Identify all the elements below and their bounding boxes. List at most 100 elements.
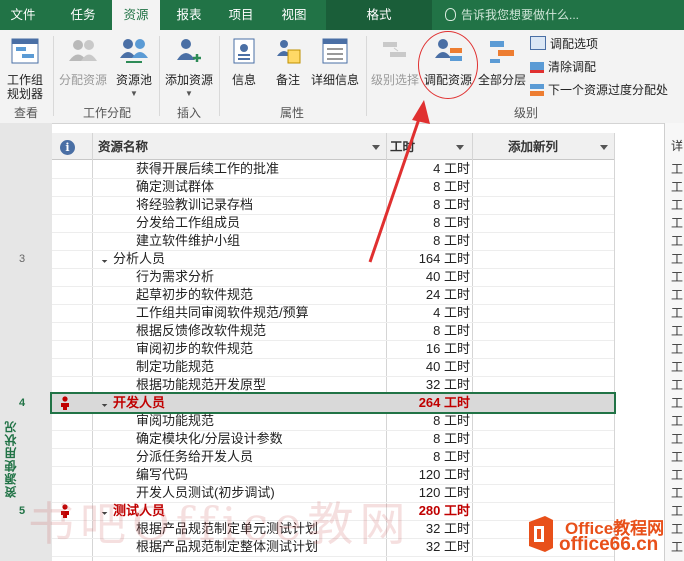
group-insert-label: 插入 (176, 106, 201, 120)
level-all-button[interactable]: 全部分层 (476, 36, 528, 87)
team-planner-button[interactable]: 工作组 规划器 (2, 36, 48, 101)
assignment-row[interactable]: 将经验教训记录存档 8 工时 (52, 196, 614, 214)
assignment-row[interactable]: 根据功能规范开发原型 32 工时 (52, 376, 614, 394)
work-cell[interactable]: 8 工时 (386, 178, 470, 196)
resource-name-cell[interactable]: 审阅初步的软件规范 (136, 340, 253, 358)
resource-name-cell[interactable]: 制定功能规范 (136, 358, 214, 376)
next-overallocation-label: 下一个资源过度分配处 (548, 83, 669, 97)
resource-name-text: 建立软件维护小组 (136, 233, 241, 248)
detail-cell: 工 (671, 414, 684, 428)
details-button[interactable]: 详细信息 (308, 36, 362, 87)
work-cell[interactable]: 120 工时 (386, 466, 470, 484)
resource-name-cell[interactable]: 根据功能规范开发原型 (136, 376, 266, 394)
chevron-down-icon[interactable] (600, 145, 608, 150)
tab-resource[interactable]: 资源 (112, 0, 160, 30)
detail-cell: 工 (671, 450, 684, 464)
work-cell[interactable]: 40 工时 (386, 268, 470, 286)
work-cell[interactable]: 264 工时 (386, 394, 470, 412)
resource-name-text: 分派任务给开发人员 (136, 449, 254, 464)
add-new-column-header[interactable]: 添加新列 (508, 133, 588, 159)
resource-name-cell[interactable]: 分派任务给开发人员 (136, 448, 253, 466)
chevron-down-icon[interactable] (456, 145, 464, 150)
work-cell[interactable]: 164 工时 (386, 250, 470, 268)
group-assignments-label: 工作分配 (82, 106, 131, 120)
detail-cell: 工 (671, 378, 684, 392)
work-cell[interactable]: 8 工时 (386, 196, 470, 214)
add-resources-button[interactable]: 添加资源 ▼ (162, 36, 216, 101)
resource-name-cell[interactable]: 分发给工作组成员 (136, 214, 240, 232)
assignment-row[interactable]: 审阅功能规范 8 工时 (52, 412, 614, 430)
resource-name-cell[interactable]: 分析人员 (99, 250, 165, 268)
work-column-header[interactable]: 工时 (390, 133, 450, 159)
group-separator (219, 36, 220, 116)
indicator-column-header[interactable]: i (60, 133, 88, 159)
assign-resources-button[interactable]: 分配资源 (58, 36, 108, 87)
work-cell[interactable]: 16 工时 (386, 340, 470, 358)
resource-name-text: 审阅功能规范 (136, 413, 215, 428)
work-cell[interactable]: 8 工时 (386, 448, 470, 466)
work-cell[interactable]: 32 工时 (386, 376, 470, 394)
collapse-triangle-icon[interactable] (99, 399, 108, 407)
resource-row[interactable]: 3 分析人员 164 工时 (19, 250, 614, 268)
assignment-row[interactable]: 确定模块化/分层设计参数 8 工时 (52, 430, 614, 448)
resource-name-cell[interactable]: 根据反馈修改软件规范 (136, 322, 266, 340)
detail-cell: 工 (671, 360, 684, 374)
assignment-row[interactable]: 根据反馈修改软件规范 8 工时 (52, 322, 614, 340)
detail-cell: 工 (671, 288, 684, 302)
assignment-row[interactable]: 分发给工作组成员 8 工时 (52, 214, 614, 232)
work-cell[interactable]: 8 工时 (386, 232, 470, 250)
next-overallocation-button[interactable]: 下一个资源过度分配处 (530, 81, 668, 98)
resource-name-cell[interactable]: 将经验教训记录存档 (136, 196, 253, 214)
chevron-down-icon[interactable] (372, 145, 380, 150)
resource-name-column-header[interactable]: 资源名称 (98, 133, 378, 159)
assignment-row[interactable]: 制定功能规范 40 工时 (52, 358, 614, 376)
work-cell[interactable]: 4 工时 (386, 304, 470, 322)
work-cell[interactable]: 8 工时 (386, 214, 470, 232)
leveling-options-button[interactable]: 调配选项 (530, 35, 598, 52)
tab-file[interactable]: 文件 (0, 0, 46, 30)
assignment-row[interactable]: 工作组共同审阅软件规范/预算 4 工时 (52, 304, 614, 322)
assignment-row[interactable]: 获得开展后续工作的批准 4 工时 (52, 160, 614, 178)
resource-name-cell[interactable]: 建立软件维护小组 (136, 232, 240, 250)
resource-name-cell[interactable]: 获得开展后续工作的批准 (136, 160, 279, 178)
clear-leveling-button[interactable]: 清除调配 (530, 58, 596, 75)
tab-view[interactable]: 视图 (270, 0, 318, 30)
tab-format[interactable]: 格式 (326, 0, 432, 30)
collapse-triangle-icon[interactable] (99, 255, 108, 263)
assignment-row[interactable]: 编写代码 120 工时 (52, 466, 614, 484)
group-properties-label: 属性 (279, 106, 304, 120)
work-cell[interactable]: 24 工时 (386, 286, 470, 304)
assignment-row[interactable]: 建立软件维护小组 8 工时 (52, 232, 614, 250)
resource-name-cell[interactable]: 确定模块化/分层设计参数 (136, 430, 283, 448)
resource-name-cell[interactable]: 工作组共同审阅软件规范/预算 (136, 304, 309, 322)
tab-report[interactable]: 报表 (166, 0, 212, 30)
information-button[interactable]: 信息 (224, 36, 264, 87)
work-cell[interactable]: 8 工时 (386, 322, 470, 340)
work-cell[interactable]: 8 工时 (386, 430, 470, 448)
assignment-row[interactable]: 审阅初步的软件规范 16 工时 (52, 340, 614, 358)
assignment-row[interactable]: 分派任务给开发人员 8 工时 (52, 448, 614, 466)
level-selection-button[interactable]: 级别选择 (370, 36, 420, 87)
resource-name-cell[interactable]: 起草初步的软件规范 (136, 286, 253, 304)
grid-header: i 资源名称 工时 添加新列 (52, 133, 614, 160)
resource-name-cell[interactable]: 编写代码 (136, 466, 188, 484)
work-cell[interactable]: 8 工时 (386, 412, 470, 430)
resource-name-cell[interactable]: 确定测试群体 (136, 178, 214, 196)
resource-name-cell[interactable]: 审阅功能规范 (136, 412, 214, 430)
resource-pool-button[interactable]: 资源池 ▼ (112, 36, 156, 101)
assignment-row[interactable]: 起草初步的软件规范 24 工时 (52, 286, 614, 304)
work-cell[interactable]: 40 工时 (386, 358, 470, 376)
assignment-row[interactable]: 行为需求分析 40 工时 (52, 268, 614, 286)
resource-name-cell[interactable]: 开发人员 (99, 394, 165, 412)
tab-project[interactable]: 项目 (218, 0, 264, 30)
ribbon-tab-bar: 文件 任务 资源 报表 项目 视图 格式 告诉我您想要做什么... (0, 0, 684, 30)
resource-name-cell[interactable]: 行为需求分析 (136, 268, 214, 286)
work-cell[interactable]: 4 工时 (386, 160, 470, 178)
tell-me-box[interactable]: 告诉我您想要做什么... (445, 0, 579, 30)
notes-button[interactable]: 备注 (268, 36, 308, 87)
detail-cell: 工 (671, 468, 684, 482)
resource-row[interactable]: 4 开发人员 264 工时 (19, 392, 616, 414)
tab-task[interactable]: 任务 (60, 0, 106, 30)
usage-detail-pane[interactable]: 详 工工工工工工工工工工工工工工工工工工工工工工 (664, 123, 684, 561)
assignment-row[interactable]: 确定测试群体 8 工时 (52, 178, 614, 196)
